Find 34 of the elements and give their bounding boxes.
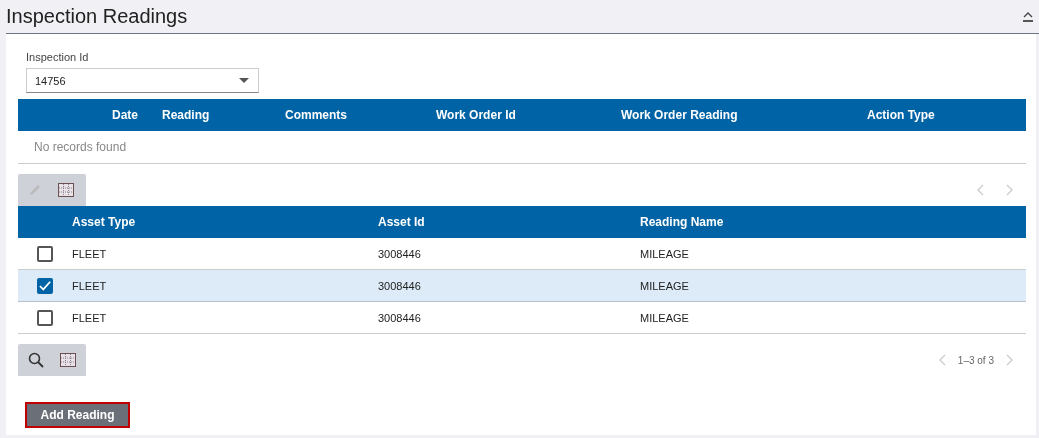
section-title: Inspection Readings	[6, 5, 188, 28]
table-cell: 3008446	[378, 247, 421, 260]
search-icon[interactable]	[28, 352, 44, 368]
table-cell: MILEAGE	[640, 279, 689, 292]
column-header[interactable]: Asset Type	[72, 215, 136, 229]
checkbox[interactable]	[37, 245, 53, 262]
page-count: 1–3 of 3	[957, 354, 994, 366]
checkbox[interactable]	[37, 309, 53, 326]
checkbox[interactable]	[37, 277, 53, 294]
table-row[interactable]: FLEET 3008446 MILEAGE	[18, 302, 1026, 334]
column-header[interactable]: Date	[112, 108, 138, 122]
table-cell: FLEET	[72, 279, 107, 292]
column-header[interactable]: Reading	[162, 108, 210, 122]
table-row[interactable]: FLEET 3008446 MILEAGE	[18, 270, 1026, 302]
table-cell: 3008446	[378, 279, 421, 292]
collapse-icon[interactable]	[1022, 10, 1034, 23]
grid-icon[interactable]	[58, 183, 74, 197]
table-cell: FLEET	[72, 311, 107, 324]
table-cell: MILEAGE	[640, 311, 689, 324]
field-label: Inspection Id	[26, 51, 89, 63]
column-header[interactable]: Comments	[285, 108, 347, 122]
table-cell: MILEAGE	[640, 247, 689, 260]
grid-icon[interactable]	[60, 353, 76, 367]
caret-icon	[239, 77, 249, 84]
add-reading-button[interactable]: Add Reading	[25, 402, 130, 428]
inspection-id-dropdown[interactable]: 14756	[26, 68, 259, 93]
column-header[interactable]: Work Order Id	[436, 108, 516, 122]
column-header[interactable]: Asset Id	[378, 215, 425, 229]
table-cell: 3008446	[378, 311, 421, 324]
column-header[interactable]: Reading Name	[640, 215, 724, 229]
empty-message: No records found	[34, 140, 127, 154]
column-header[interactable]: Action Type	[867, 108, 935, 122]
table-cell: FLEET	[72, 247, 107, 260]
column-header[interactable]: Work Order Reading	[621, 108, 738, 122]
